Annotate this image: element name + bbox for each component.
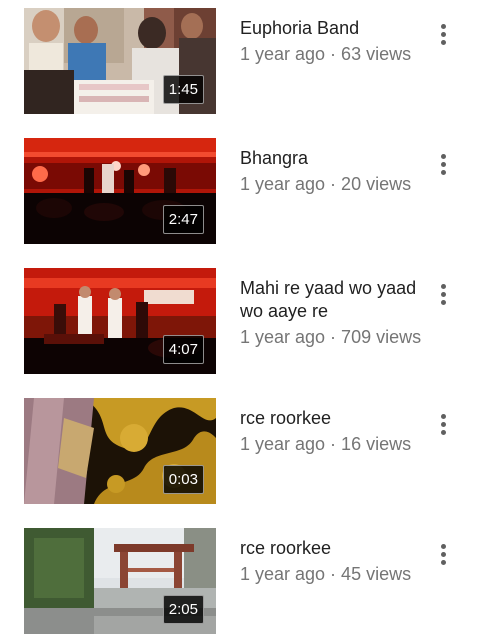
video-thumbnail-5[interactable]: 2:05 — [24, 528, 216, 634]
video-meta-4: rce roorkee 1 year ago · 16 views — [240, 398, 430, 455]
video-subtitle-1: 1 year ago · 63 views — [240, 44, 412, 64]
video-title-2[interactable]: Bhangra — [240, 147, 430, 170]
video-duration-3: 4:07 — [162, 335, 204, 364]
video-item-5[interactable]: 2:05 rce roorkee 1 year ago · 45 views — [0, 528, 480, 634]
more-options-icon-2[interactable] — [430, 144, 456, 184]
more-options-icon-3[interactable] — [430, 274, 456, 314]
video-subtitle-4: 1 year ago · 16 views — [240, 434, 412, 454]
video-meta-1: Euphoria Band 1 year ago · 63 views — [240, 8, 430, 65]
video-title-1[interactable]: Euphoria Band — [240, 17, 430, 40]
video-subtitle-5: 1 year ago · 45 views — [240, 564, 412, 584]
video-subtitle-3: 1 year ago · 709 views — [240, 327, 422, 347]
video-title-4[interactable]: rce roorkee — [240, 407, 430, 430]
more-options-icon-4[interactable] — [430, 404, 456, 444]
video-item-3[interactable]: 4:07 Mahi re yaad wo yaad wo aaye re 1 y… — [0, 268, 480, 374]
video-duration-1: 1:45 — [162, 75, 204, 104]
video-title-3[interactable]: Mahi re yaad wo yaad wo aaye re — [240, 277, 430, 323]
video-item-1[interactable]: 1:45 Euphoria Band 1 year ago · 63 views — [0, 8, 480, 114]
video-duration-4: 0:03 — [162, 465, 204, 494]
video-meta-3: Mahi re yaad wo yaad wo aaye re 1 year a… — [240, 268, 430, 348]
video-duration-2: 2:47 — [162, 205, 204, 234]
more-options-icon-5[interactable] — [430, 534, 456, 574]
video-thumbnail-1[interactable]: 1:45 — [24, 8, 216, 114]
video-thumbnail-2[interactable]: 2:47 — [24, 138, 216, 244]
more-options-icon-1[interactable] — [430, 14, 456, 54]
video-item-2[interactable]: 2:47 Bhangra 1 year ago · 20 views — [0, 138, 480, 244]
video-meta-2: Bhangra 1 year ago · 20 views — [240, 138, 430, 195]
video-thumbnail-4[interactable]: 0:03 — [24, 398, 216, 504]
video-duration-5: 2:05 — [162, 595, 204, 624]
video-list: 1:45 Euphoria Band 1 year ago · 63 views — [0, 0, 480, 644]
video-meta-5: rce roorkee 1 year ago · 45 views — [240, 528, 430, 585]
video-item-4[interactable]: 0:03 rce roorkee 1 year ago · 16 views — [0, 398, 480, 504]
video-thumbnail-3[interactable]: 4:07 — [24, 268, 216, 374]
video-title-5[interactable]: rce roorkee — [240, 537, 430, 560]
video-subtitle-2: 1 year ago · 20 views — [240, 174, 412, 194]
